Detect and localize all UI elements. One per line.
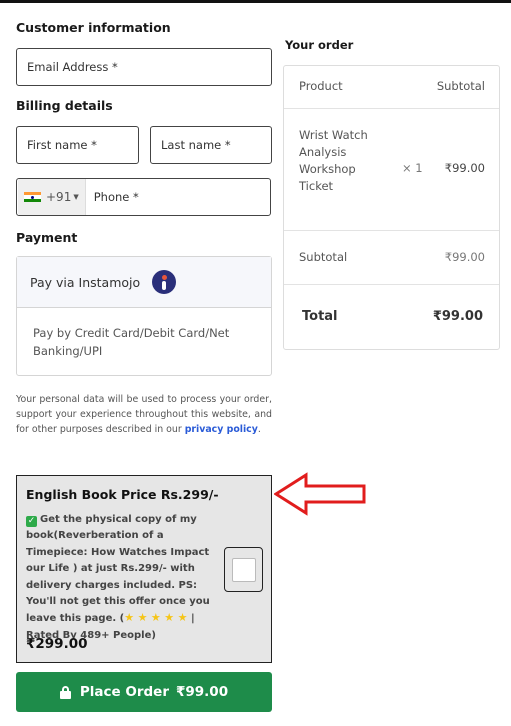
- book-offer-box: English Book Price Rs.299/- ✓ Get the phy…: [16, 475, 272, 663]
- your-order-title: Your order: [285, 38, 354, 52]
- privacy-end: .: [257, 423, 261, 435]
- star-icon: ★: [164, 611, 175, 625]
- star-icon: ★: [150, 611, 161, 625]
- first-name-placeholder: First name *: [27, 138, 97, 152]
- top-border: [0, 0, 511, 3]
- phone-field[interactable]: +91 ▼ Phone *: [16, 178, 271, 216]
- offer-checkbox-box[interactable]: [232, 558, 256, 582]
- email-placeholder: Email Address *: [27, 60, 118, 74]
- payment-method-box[interactable]: Pay via Instamojo Pay by Credit Card/Deb…: [16, 256, 272, 376]
- order-item-qty: × 1: [402, 161, 423, 175]
- star-icon: ★: [137, 611, 148, 625]
- lock-icon: [59, 686, 71, 699]
- phone-placeholder: Phone *: [93, 190, 139, 204]
- offer-checkbox[interactable]: [224, 547, 263, 592]
- offer-price: ₹299.00: [26, 636, 88, 652]
- dial-code: +91: [46, 190, 72, 204]
- check-emoji-icon: ✓: [26, 516, 37, 527]
- total-value: ₹99.00: [432, 309, 483, 324]
- privacy-notice: Your personal data will be used to proce…: [16, 393, 272, 437]
- order-item-row: Wrist Watch Analysis Workshop Ticket × 1…: [284, 109, 499, 231]
- place-order-label: Place Order: [79, 684, 169, 700]
- billing-details-title: Billing details: [16, 98, 113, 113]
- order-subtotal-row: Subtotal ₹99.00: [284, 231, 499, 285]
- star-icon: ★: [177, 611, 188, 625]
- total-label: Total: [302, 309, 338, 324]
- customer-info-title: Customer information: [16, 20, 171, 35]
- payment-method-instamojo[interactable]: Pay via Instamojo: [17, 257, 271, 308]
- red-arrow-icon: [274, 472, 366, 516]
- place-order-button[interactable]: Place Order ₹99.00: [16, 672, 272, 712]
- last-name-field[interactable]: Last name *: [150, 126, 272, 164]
- order-total-row: Total ₹99.00: [284, 285, 499, 349]
- place-order-amount: ₹99.00: [176, 684, 229, 700]
- order-summary-table: Product Subtotal Wrist Watch Analysis Wo…: [283, 65, 500, 350]
- col-subtotal-header: Subtotal: [436, 79, 485, 93]
- email-field[interactable]: Email Address *: [16, 48, 272, 86]
- col-product-header: Product: [299, 79, 343, 93]
- payment-method-label: Pay via Instamojo: [30, 274, 141, 290]
- offer-text: Get the physical copy of my book(Reverbe…: [26, 514, 210, 625]
- offer-title: English Book Price Rs.299/-: [26, 487, 219, 502]
- order-item-price: ₹99.00: [444, 161, 485, 175]
- order-item-name: Wrist Watch Analysis Workshop Ticket: [299, 128, 368, 193]
- country-code-select[interactable]: +91 ▼: [18, 179, 86, 215]
- subtotal-label: Subtotal: [299, 250, 348, 264]
- chevron-down-icon: ▼: [73, 193, 79, 201]
- payment-method-description: Pay by Credit Card/Debit Card/Net Bankin…: [33, 326, 230, 358]
- privacy-policy-link[interactable]: privacy policy: [185, 424, 258, 435]
- star-icon: ★: [124, 611, 135, 625]
- subtotal-value: ₹99.00: [444, 250, 485, 264]
- instamojo-logo-icon: [152, 270, 177, 294]
- payment-title: Payment: [16, 230, 78, 245]
- india-flag-icon: [24, 191, 41, 203]
- order-header-row: Product Subtotal: [284, 66, 499, 109]
- last-name-placeholder: Last name *: [161, 138, 231, 152]
- first-name-field[interactable]: First name *: [16, 126, 139, 164]
- offer-description: ✓ Get the physical copy of my book(Reverb…: [26, 512, 226, 644]
